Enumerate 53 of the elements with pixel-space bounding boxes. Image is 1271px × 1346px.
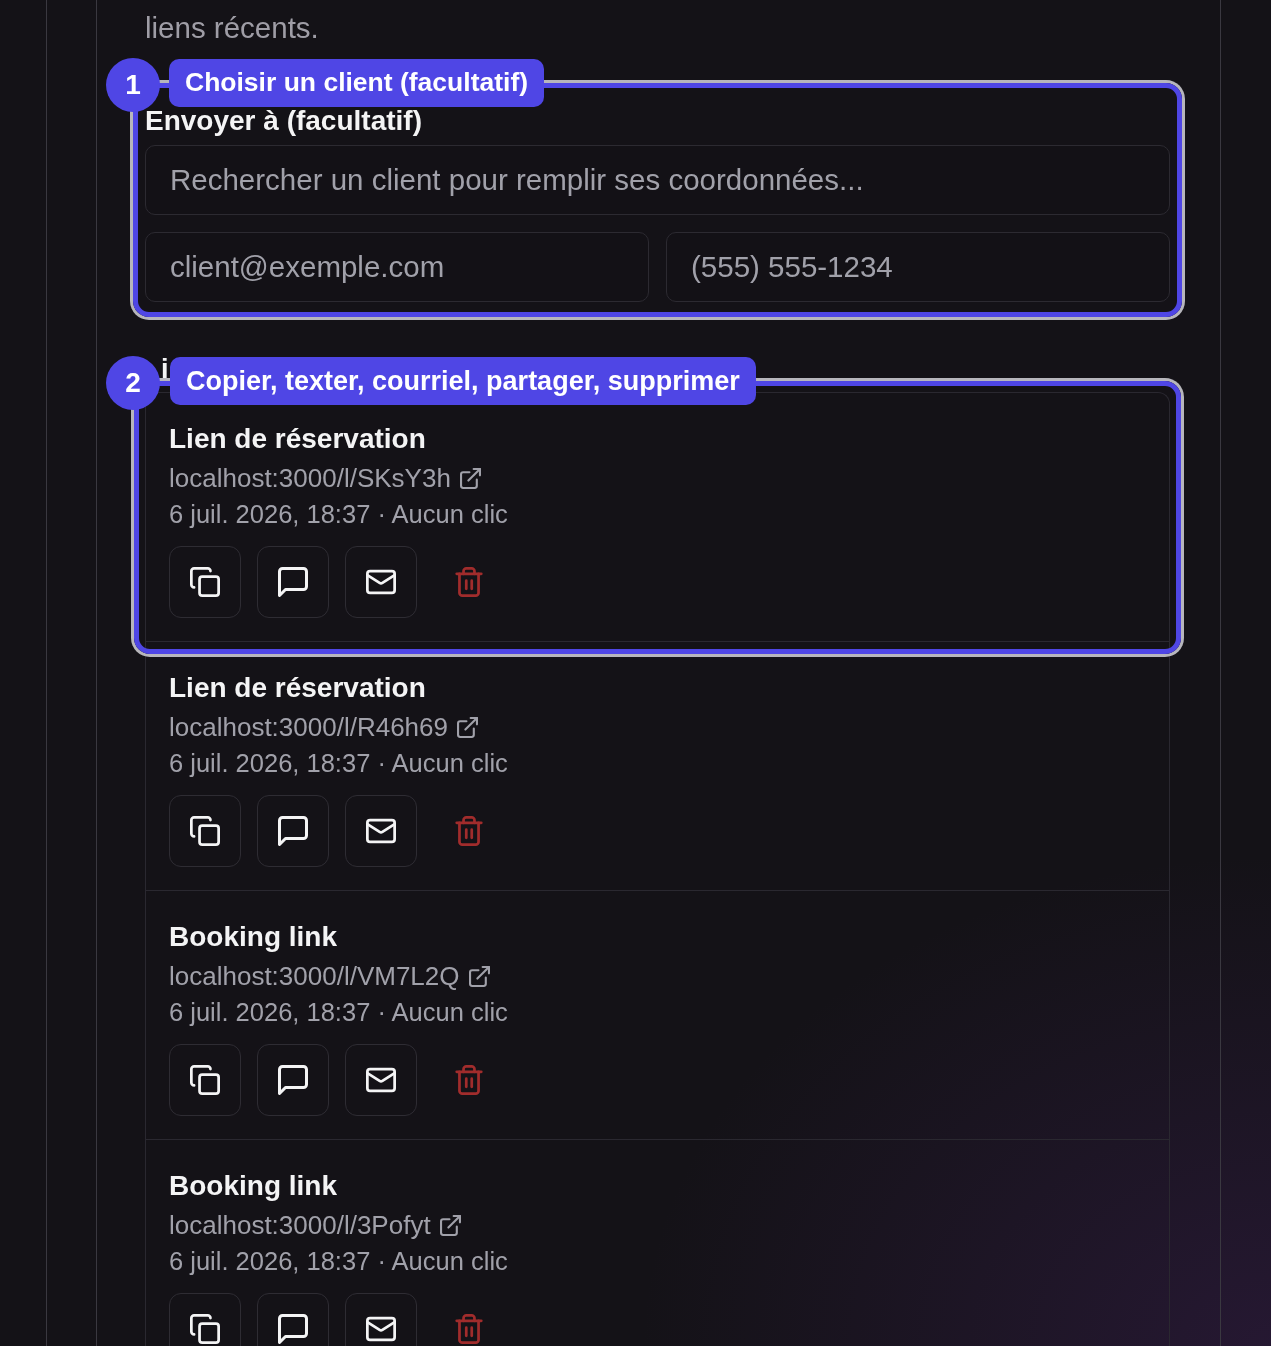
callout-label: Copier, texter, courriel, partager, supprimer <box>170 357 756 405</box>
link-title: Lien de réservation <box>169 422 427 456</box>
copy-icon <box>190 1314 220 1344</box>
link-title: Lien de réservation <box>169 671 427 705</box>
client-search-field[interactable]: Rechercher un client pour remplir ses coordonnées... <box>145 145 1170 215</box>
text-message-button[interactable] <box>257 795 329 867</box>
link-url[interactable]: localhost:3000/l/3Pofyt <box>169 1207 461 1243</box>
copy-button[interactable] <box>169 546 241 618</box>
link-meta: 6 juil. 2026, 18:37 · Aucun clic <box>169 997 509 1028</box>
step-badge: 1 <box>106 58 160 112</box>
external-link-icon <box>459 467 481 489</box>
link-url[interactable]: localhost:3000/l/R46h69 <box>169 709 478 745</box>
external-link-icon <box>439 1214 461 1236</box>
email-button[interactable] <box>345 546 417 618</box>
callout-label: Choisir un client (facultatif) <box>169 59 545 107</box>
link-meta: 6 juil. 2026, 18:37 · Aucun clic <box>169 748 509 779</box>
copy-icon <box>190 1065 220 1095</box>
email-field[interactable]: client@exemple.com <box>145 232 649 302</box>
trash-icon <box>454 816 484 846</box>
envelope-icon <box>366 567 396 597</box>
copy-button[interactable] <box>169 1293 241 1346</box>
trash-icon <box>454 1314 484 1344</box>
email-button[interactable] <box>345 795 417 867</box>
text-message-button[interactable] <box>257 546 329 618</box>
description-text: liens récents. <box>145 10 320 46</box>
speech-bubble-icon <box>278 1065 308 1095</box>
speech-bubble-icon <box>278 816 308 846</box>
external-link-icon <box>457 716 478 738</box>
text-message-button[interactable] <box>257 1044 329 1116</box>
phone-field[interactable]: (555) 555-1234 <box>666 232 1170 302</box>
copy-button[interactable] <box>169 1044 241 1116</box>
envelope-icon <box>366 1314 396 1344</box>
link-meta: 6 juil. 2026, 18:37 · Aucun clic <box>169 499 509 530</box>
copy-icon <box>190 567 220 597</box>
envelope-icon <box>366 816 396 846</box>
speech-bubble-icon <box>278 1314 308 1344</box>
copy-button[interactable] <box>169 795 241 867</box>
link-url[interactable]: localhost:3000/l/SKsY3h <box>169 460 481 496</box>
email-button[interactable] <box>345 1044 417 1116</box>
link-meta: 6 juil. 2026, 18:37 · Aucun clic <box>169 1246 509 1277</box>
trash-icon <box>454 567 484 597</box>
speech-bubble-icon <box>278 567 308 597</box>
trash-icon <box>454 1065 484 1095</box>
link-title: Booking link <box>169 1169 338 1203</box>
text-message-button[interactable] <box>257 1293 329 1346</box>
external-link-icon <box>468 965 490 987</box>
copy-icon <box>190 816 220 846</box>
section-heading: i <box>161 357 169 381</box>
link-url[interactable]: localhost:3000/l/VM7L2Q <box>169 958 490 994</box>
email-button[interactable] <box>345 1293 417 1346</box>
step-badge: 2 <box>106 356 160 410</box>
envelope-icon <box>366 1065 396 1095</box>
link-title: Booking link <box>169 920 338 954</box>
